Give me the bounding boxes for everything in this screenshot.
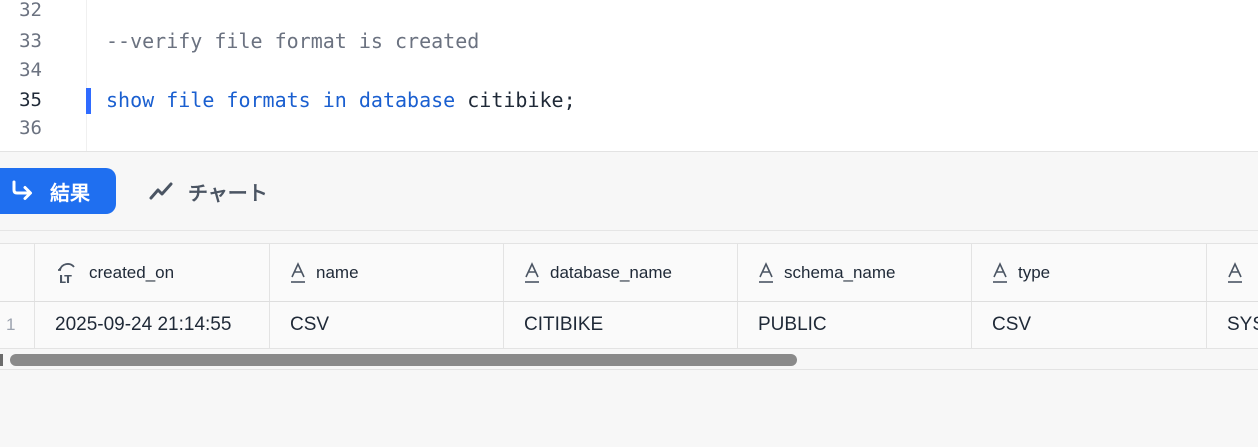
active-line-marker bbox=[86, 88, 91, 114]
text-type-icon bbox=[759, 261, 773, 283]
tab-results-label: 結果 bbox=[50, 182, 90, 205]
text-type-icon bbox=[525, 261, 539, 283]
svg-text:LT: LT bbox=[59, 273, 72, 285]
table-cell[interactable]: SYS bbox=[1207, 302, 1258, 348]
code-line[interactable]: 33 --verify file format is created bbox=[0, 27, 1258, 56]
timestamp-icon: LT bbox=[58, 262, 75, 285]
column-header-label: created_on bbox=[89, 262, 175, 282]
sql-statement: show file formats in database citibike; bbox=[106, 86, 576, 115]
table-row[interactable]: 1 2025-09-24 21:14:55 CSV CITIBIKE PUBLI… bbox=[0, 302, 1258, 349]
text-type-icon bbox=[993, 261, 1007, 283]
sql-editor[interactable]: 32 33 --verify file format is created 34… bbox=[0, 0, 1258, 152]
column-header-type[interactable]: type bbox=[972, 244, 1207, 301]
column-header-database-name[interactable]: database_name bbox=[504, 244, 738, 301]
column-header-label: database_name bbox=[550, 262, 672, 282]
line-number: 36 bbox=[19, 117, 42, 139]
scrollbar-edge bbox=[0, 354, 3, 366]
horizontal-scrollbar[interactable] bbox=[0, 351, 1258, 370]
table-cell[interactable]: CSV bbox=[972, 302, 1207, 348]
line-chart-icon bbox=[149, 182, 173, 200]
table-cell[interactable]: 2025-09-24 21:14:55 bbox=[35, 302, 270, 348]
line-number: 32 bbox=[19, 0, 42, 21]
scrollbar-thumb[interactable] bbox=[10, 354, 797, 366]
sql-identifier: citibike; bbox=[455, 88, 576, 112]
return-arrow-icon bbox=[12, 180, 32, 200]
tab-chart-label: チャート bbox=[188, 182, 268, 205]
table-cell[interactable]: CITIBIKE bbox=[504, 302, 738, 348]
code-line[interactable]: 34 bbox=[0, 56, 1258, 85]
tab-results[interactable]: 結果 bbox=[0, 168, 116, 214]
column-header-truncated[interactable] bbox=[1207, 244, 1258, 301]
text-type-icon bbox=[1228, 261, 1242, 283]
column-header-created-on[interactable]: LT created_on bbox=[35, 244, 270, 301]
table-cell[interactable]: PUBLIC bbox=[738, 302, 972, 348]
row-number: 1 bbox=[0, 302, 35, 348]
line-number: 33 bbox=[19, 30, 42, 52]
result-tabs: 結果 チャート bbox=[0, 152, 1258, 231]
column-header-label: schema_name bbox=[784, 262, 896, 282]
sql-comment: --verify file format is created bbox=[106, 29, 480, 53]
code-line[interactable]: 32 bbox=[0, 0, 1258, 25]
row-number-header bbox=[0, 244, 35, 301]
table-cell[interactable]: CSV bbox=[270, 302, 504, 348]
results-grid: LT created_on name database_name schema_ bbox=[0, 243, 1258, 349]
grid-header-row: LT created_on name database_name schema_ bbox=[0, 243, 1258, 303]
code-line[interactable]: 36 bbox=[0, 114, 1258, 143]
column-header-name[interactable]: name bbox=[270, 244, 504, 301]
sql-keywords: show file formats in database bbox=[106, 88, 456, 112]
column-header-label: name bbox=[316, 262, 359, 282]
line-number: 34 bbox=[19, 59, 42, 81]
tab-chart[interactable]: チャート bbox=[148, 168, 268, 214]
text-type-icon bbox=[291, 261, 305, 283]
column-header-schema-name[interactable]: schema_name bbox=[738, 244, 972, 301]
line-number: 35 bbox=[19, 89, 42, 111]
code-line-active[interactable]: 35 show file formats in database citibik… bbox=[0, 86, 1258, 115]
column-header-label: type bbox=[1018, 262, 1051, 282]
